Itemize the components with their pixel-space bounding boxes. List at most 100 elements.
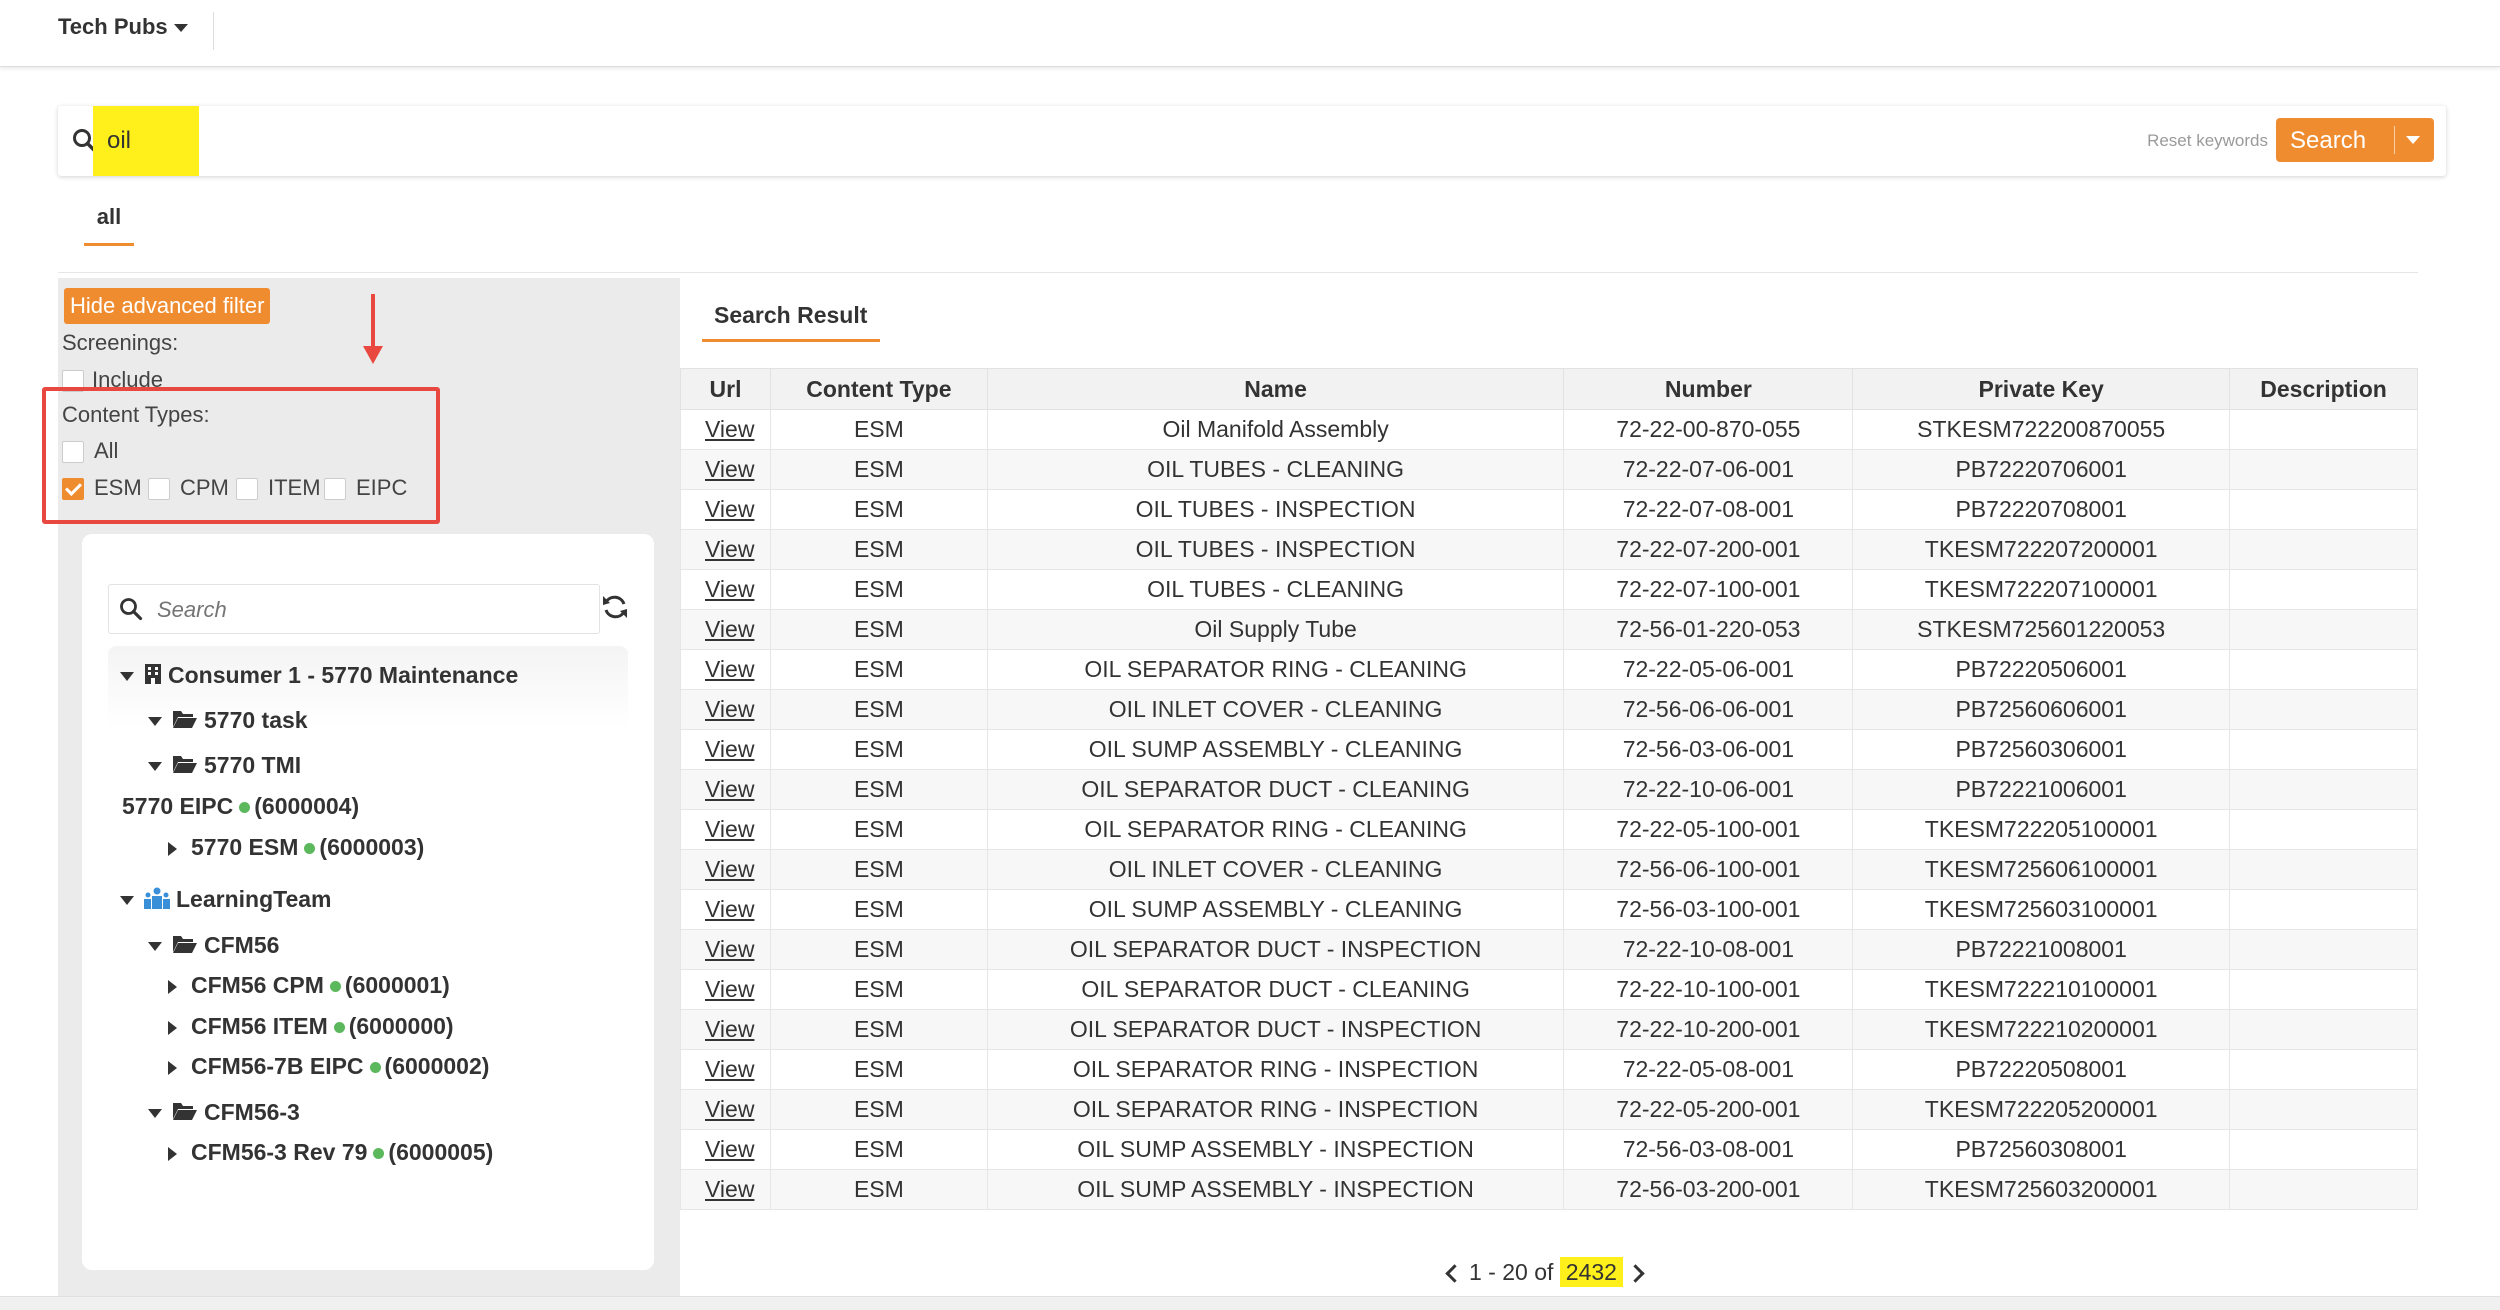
expand-caret-icon[interactable]: [148, 717, 162, 727]
name-cell: OIL INLET COVER - CLEANING: [986, 689, 1565, 730]
content-type-cell: ESM: [769, 1089, 988, 1130]
url-cell: View: [680, 449, 771, 490]
next-page-icon[interactable]: [1626, 1264, 1645, 1284]
view-link[interactable]: View: [705, 456, 754, 482]
tree-node-consumer[interactable]: Consumer 1 - 5770 Maintenance: [120, 662, 518, 691]
tree-node-id: (6000004): [254, 793, 360, 819]
view-link[interactable]: View: [705, 1176, 754, 1202]
view-link[interactable]: View: [705, 416, 754, 442]
collapse-caret-icon[interactable]: [168, 979, 177, 994]
view-link[interactable]: View: [705, 1136, 754, 1162]
tree-node-label: 5770 task: [204, 707, 308, 733]
expand-caret-icon[interactable]: [120, 896, 134, 906]
view-link[interactable]: View: [705, 976, 754, 1002]
url-cell: View: [680, 1009, 771, 1050]
table-row: View ESM OIL SEPARATOR RING - CLEANING 72-2…: [680, 649, 2418, 690]
tree-node-5770-esm[interactable]: 5770 ESM (6000003): [168, 834, 424, 861]
search-input[interactable]: [105, 122, 409, 160]
view-link[interactable]: View: [705, 1056, 754, 1082]
column-header-url[interactable]: Url: [680, 368, 771, 410]
column-header-number[interactable]: Number: [1563, 368, 1854, 410]
name-cell: OIL SEPARATOR RING - CLEANING: [986, 649, 1565, 690]
number-cell: 72-56-03-100-001: [1563, 889, 1854, 930]
view-link[interactable]: View: [705, 616, 754, 642]
tree-node-5770-tmi[interactable]: 5770 TMI: [148, 752, 301, 780]
table-row: View ESM OIL TUBES - CLEANING 72-22-07-06-0…: [680, 449, 2418, 490]
collapse-caret-icon[interactable]: [168, 1060, 177, 1075]
content-type-cell: ESM: [769, 1009, 988, 1050]
tree-node-cfm56[interactable]: CFM56: [148, 932, 279, 960]
expand-caret-icon[interactable]: [148, 762, 162, 772]
view-link[interactable]: View: [705, 1016, 754, 1042]
content-type-cell: ESM: [769, 649, 988, 690]
tree-node-learningteam[interactable]: LearningTeam: [120, 886, 332, 915]
private-key-cell: TKESM722207100001: [1852, 569, 2231, 610]
content-type-cell: ESM: [769, 449, 988, 490]
tree-node-cfm56-7b-eipc[interactable]: CFM56-7B EIPC (6000002): [168, 1053, 489, 1080]
number-cell: 72-22-05-06-001: [1563, 649, 1854, 690]
tree-node-label: CFM56 CPM: [191, 972, 324, 998]
view-link[interactable]: View: [705, 896, 754, 922]
reset-keywords-link[interactable]: Reset keywords: [2147, 131, 2268, 151]
url-cell: View: [680, 569, 771, 610]
url-cell: View: [680, 1169, 771, 1210]
description-cell: [2229, 569, 2418, 610]
previous-page-icon[interactable]: [1445, 1264, 1464, 1284]
view-link[interactable]: View: [705, 696, 754, 722]
tree-node-cfm56-cpm[interactable]: CFM56 CPM (6000001): [168, 972, 450, 999]
number-cell: 72-56-03-200-001: [1563, 1169, 1854, 1210]
view-link[interactable]: View: [705, 816, 754, 842]
hide-advanced-filter-button[interactable]: Hide advanced filter: [64, 288, 271, 324]
tree-node-5770-task[interactable]: 5770 task: [148, 707, 308, 735]
column-header-description[interactable]: Description: [2229, 368, 2418, 410]
name-cell: Oil Manifold Assembly: [986, 409, 1565, 450]
url-cell: View: [680, 609, 771, 650]
status-dot-icon: [329, 981, 341, 993]
content-type-cell: ESM: [769, 569, 988, 610]
expand-caret-icon[interactable]: [148, 942, 162, 952]
pagination: 1 - 20 of 2432: [1445, 1257, 1645, 1295]
collapse-caret-icon[interactable]: [168, 841, 177, 856]
view-link[interactable]: View: [705, 1096, 754, 1122]
top-bar: Tech Pubs: [0, 0, 2500, 67]
view-link[interactable]: View: [705, 536, 754, 562]
content-type-cell: ESM: [769, 1129, 988, 1170]
tree-node-id: (6000003): [319, 834, 425, 860]
app-menu-button[interactable]: Tech Pubs: [58, 14, 188, 40]
tree-search-input[interactable]: [155, 593, 579, 627]
tree-node-5770-eipc[interactable]: 5770 EIPC (6000004): [122, 793, 359, 820]
private-key-cell: TKESM725603200001: [1852, 1169, 2231, 1210]
tree-node-cfm56-3-rev79[interactable]: CFM56-3 Rev 79 (6000005): [168, 1139, 493, 1166]
view-link[interactable]: View: [705, 736, 754, 762]
expand-caret-icon[interactable]: [120, 672, 134, 682]
search-button[interactable]: Search: [2276, 118, 2434, 162]
view-link[interactable]: View: [705, 936, 754, 962]
tree-node-cfm56-item[interactable]: CFM56 ITEM (6000000): [168, 1013, 454, 1040]
url-cell: View: [680, 1049, 771, 1090]
view-link[interactable]: View: [705, 496, 754, 522]
table-row: View ESM OIL INLET COVER - CLEANING 72-56-0…: [680, 689, 2418, 730]
collapse-caret-icon[interactable]: [168, 1020, 177, 1035]
refresh-icon[interactable]: [600, 592, 630, 627]
view-link[interactable]: View: [705, 776, 754, 802]
column-header-name[interactable]: Name: [986, 368, 1565, 410]
chevron-down-icon[interactable]: [2406, 136, 2420, 144]
private-key-cell: TKESM722210200001: [1852, 1009, 2231, 1050]
tab-all[interactable]: all: [84, 204, 134, 230]
url-cell: View: [680, 889, 771, 930]
view-link[interactable]: View: [705, 576, 754, 602]
content-type-cell: ESM: [769, 769, 988, 810]
view-link[interactable]: View: [705, 856, 754, 882]
description-cell: [2229, 969, 2418, 1010]
description-cell: [2229, 489, 2418, 530]
tree-node-cfm56-3[interactable]: CFM56-3: [148, 1099, 300, 1127]
expand-caret-icon[interactable]: [148, 1109, 162, 1119]
column-header-content-type[interactable]: Content Type: [769, 368, 988, 410]
number-cell: 72-22-10-06-001: [1563, 769, 1854, 810]
tree-node-label: CFM56 ITEM: [191, 1013, 328, 1039]
view-link[interactable]: View: [705, 656, 754, 682]
column-header-private-key[interactable]: Private Key: [1852, 368, 2231, 410]
collapse-caret-icon[interactable]: [168, 1146, 177, 1161]
search-button-label: Search: [2290, 127, 2367, 154]
tab-search-result[interactable]: Search Result: [714, 302, 867, 329]
